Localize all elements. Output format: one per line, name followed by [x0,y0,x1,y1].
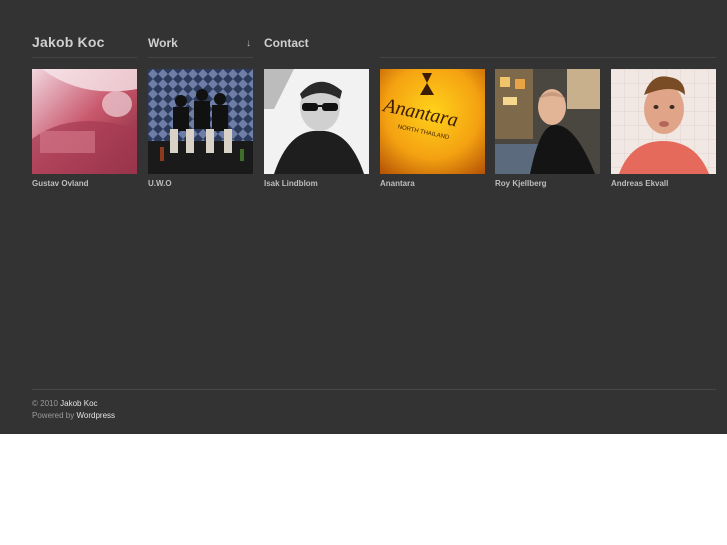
portfolio-caption[interactable]: Gustav Ovland [32,179,137,188]
portfolio-item-uwo[interactable]: U.W.O [148,69,253,188]
powered-prefix: Powered by [32,411,75,420]
portfolio-caption[interactable]: U.W.O [148,179,253,188]
portfolio-thumbnail[interactable] [264,69,369,174]
nav-work-link[interactable]: Work [148,36,178,50]
portfolio-thumbnail[interactable] [32,69,137,174]
portfolio-caption[interactable]: Anantara [380,179,485,188]
portfolio-item-andreas-ekvall[interactable]: Andreas Ekvall [611,69,716,188]
portfolio-caption[interactable]: Andreas Ekvall [611,179,716,188]
down-arrow-icon[interactable]: ↓ [246,38,251,49]
portfolio-caption[interactable]: Isak Lindblom [264,179,369,188]
portfolio-thumbnail[interactable] [148,69,253,174]
portfolio-item-gustav-ovland[interactable]: Gustav Ovland [32,69,137,188]
footer: © 2010 Jakob Koc Powered by Wordpress [32,398,115,422]
portfolio-item-isak-lindblom[interactable]: Isak Lindblom [264,69,369,188]
portfolio-item-anantara[interactable]: Anantara NORTH THAILAND Anantara [380,69,485,188]
owner-link[interactable]: Jakob Koc [60,399,97,408]
powered-by-line: Powered by Wordpress [32,410,115,422]
nav-contact-link[interactable]: Contact [264,36,309,50]
portfolio-thumbnail[interactable] [495,69,600,174]
footer-divider [32,389,716,390]
copyright-prefix: © 2010 [32,399,58,408]
brand-logo[interactable]: Jakob Koc [32,34,105,50]
site-container: Jakob Koc Work ↓ Contact Gustav Ovland U… [0,0,727,434]
wordpress-link[interactable]: Wordpress [76,411,115,420]
copyright-line: © 2010 Jakob Koc [32,398,115,410]
work-divider [148,57,253,58]
brand-divider [32,57,137,58]
portfolio-thumbnail[interactable]: Anantara NORTH THAILAND [380,69,485,174]
portfolio-item-roy-kjellberg[interactable]: Roy Kjellberg [495,69,600,188]
portfolio-caption[interactable]: Roy Kjellberg [495,179,600,188]
portfolio-thumbnail[interactable] [611,69,716,174]
contact-divider [380,57,716,58]
